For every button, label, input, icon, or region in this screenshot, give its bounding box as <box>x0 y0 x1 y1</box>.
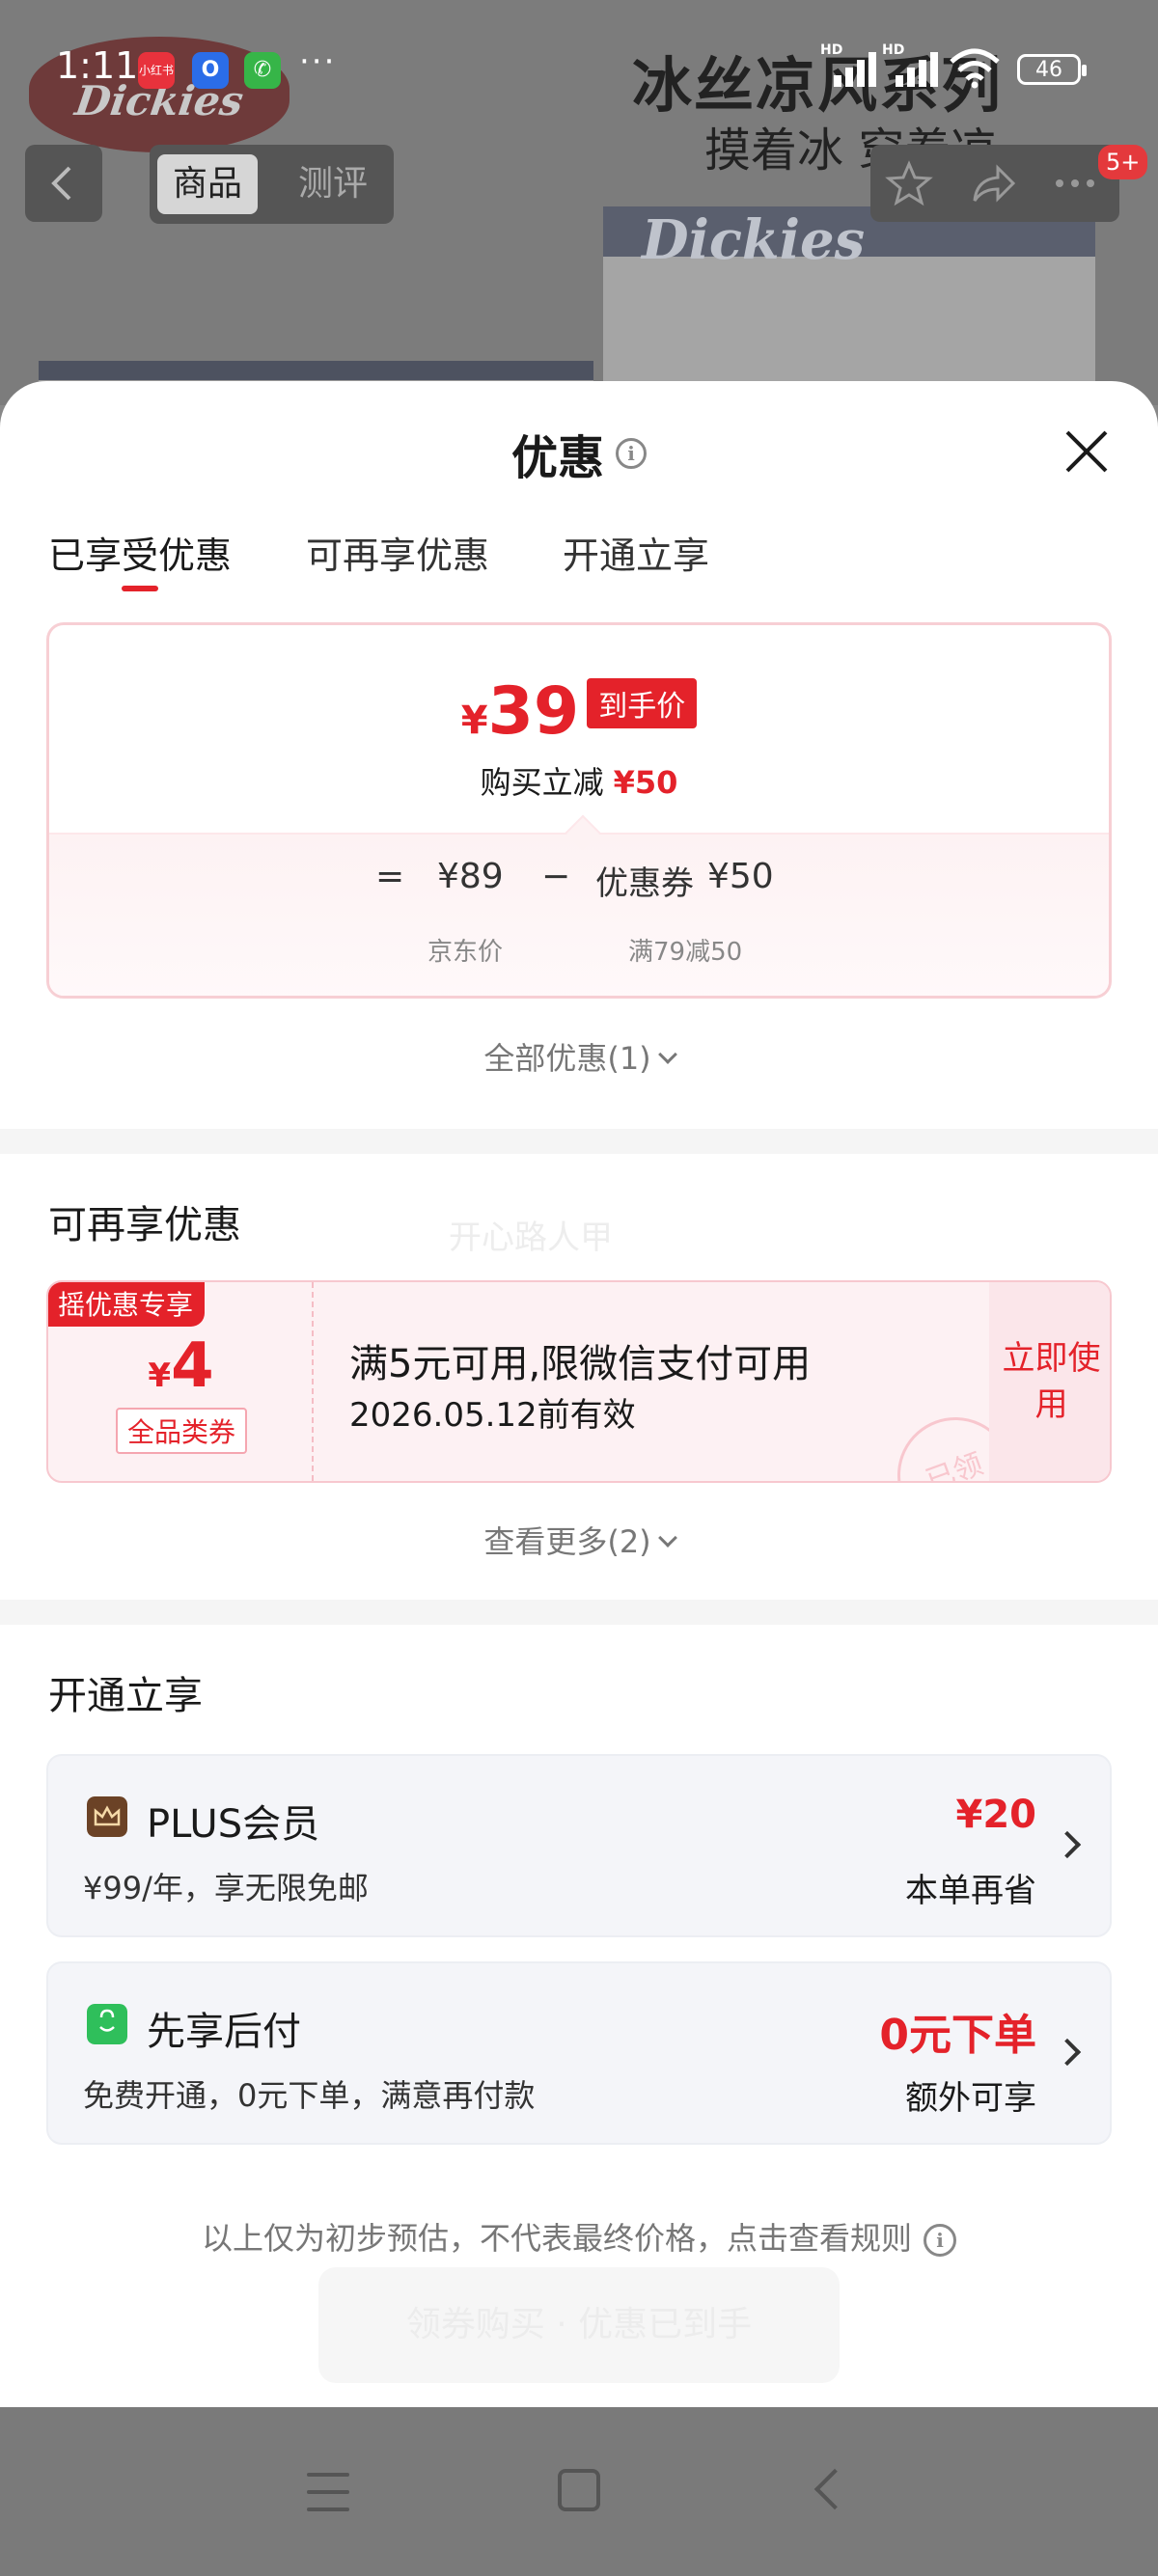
clock: 1:11 <box>56 44 139 87</box>
product-image: Dickies <box>603 206 1095 405</box>
status-bar: 1:11 小红书 O ✆ ··· HD HD 46 <box>0 39 1158 100</box>
shopping-bag-icon <box>87 2004 127 2044</box>
coupon-value: ¥50 <box>707 857 774 896</box>
chevron-down-icon <box>657 1045 677 1064</box>
battery-icon: 46 <box>1017 54 1087 85</box>
menu-icon[interactable] <box>307 2473 349 2511</box>
coupon-amount-area: 摇优惠专享 ¥4 全品类券 <box>48 1282 314 1481</box>
wifi-icon <box>950 48 1000 89</box>
ghost-buy-button: 领券购买 · 优惠已到手 <box>318 2267 840 2383</box>
instant-discount: 购买立减 ¥50 <box>480 764 678 801</box>
final-price-tag: 到手价 <box>587 678 698 728</box>
reusable-section-title: 可再享优惠 <box>48 1203 241 1247</box>
system-navigation-bar <box>0 2407 1158 2576</box>
chevron-right-icon <box>1053 2038 1082 2067</box>
background-product-page: Dickies 冰丝凉风系列 摸着冰 穿着凉 Dickies 1:11 小红书 … <box>0 0 1158 405</box>
tab-reusable[interactable]: 可再享优惠 <box>306 526 489 579</box>
plus-member-card[interactable]: PLUS会员 ¥99/年，享无限免邮 ¥20 本单再省 <box>46 1754 1112 1937</box>
formula-equals: = <box>375 857 405 896</box>
plus-member-description: ¥99/年，享无限免邮 <box>83 1870 369 1906</box>
signal-icon-2: HD <box>882 42 950 87</box>
plus-member-title: PLUS会员 <box>147 1802 320 1847</box>
back-button[interactable] <box>25 145 102 222</box>
chevron-right-icon <box>1053 1830 1082 1859</box>
tab-enjoyed[interactable]: 已享受优惠 <box>48 526 232 579</box>
pay-later-note: 额外可享 <box>905 2079 1036 2118</box>
plus-member-note: 本单再省 <box>905 1872 1036 1910</box>
final-price-value: 39 <box>487 673 580 750</box>
price-formula: = ¥89 − 优惠券 ¥50 <box>49 857 1109 915</box>
coupon-expiry: 2026.05.12前有效 <box>349 1396 636 1435</box>
pay-later-title: 先享后付 <box>147 2010 301 2054</box>
pay-later-value: 0元下单 <box>879 2011 1036 2060</box>
pay-later-description: 免费开通，0元下单，满意再付款 <box>83 2077 536 2114</box>
signal-icon: HD <box>820 42 888 87</box>
coupon-ribbon: 摇优惠专享 <box>48 1282 206 1327</box>
activate-section-title: 开通立享 <box>48 1674 203 1718</box>
xiaohongshu-icon: 小红书 <box>138 52 175 89</box>
tab-review[interactable]: 测评 <box>283 154 383 214</box>
instant-discount-value: ¥50 <box>613 764 678 801</box>
app-notification-icon: O <box>192 52 229 89</box>
nav-actions <box>870 145 1119 222</box>
price-disclaimer[interactable]: 以上仅为初步预估，不代表最终价格，点击查看规则 i <box>0 2214 1158 2259</box>
share-icon[interactable] <box>967 158 1017 208</box>
back-icon[interactable] <box>813 2468 856 2510</box>
crown-icon <box>87 1796 127 1837</box>
info-icon[interactable]: i <box>616 438 647 469</box>
more-icon[interactable] <box>1050 158 1100 208</box>
base-price: ¥89 <box>437 857 504 896</box>
view-more-link[interactable]: 查看更多(2) <box>0 1518 1158 1562</box>
active-tab-indicator <box>122 586 158 591</box>
wechat-icon: ✆ <box>244 52 281 89</box>
sheet-title: 优惠 <box>510 431 604 485</box>
more-notifications-icon: ··· <box>299 42 337 81</box>
final-price: ¥39 到手价 <box>49 673 1109 750</box>
coupon-label: 优惠券 <box>595 864 694 903</box>
watermark: 开心路人甲 <box>449 1219 613 1257</box>
pay-later-card[interactable]: 先享后付 免费开通，0元下单，满意再付款 0元下单 额外可享 <box>46 1961 1112 2145</box>
price-summary-card: ¥39 到手价 购买立减 ¥50 = ¥89 − 优惠券 ¥50 京东价 满79减5… <box>46 622 1112 999</box>
tab-activate[interactable]: 开通立享 <box>563 526 709 579</box>
product-tabs: 商品 测评 <box>150 145 394 224</box>
sheet-header: 优惠 i <box>0 420 1158 487</box>
coupon-amount: ¥4 <box>148 1330 214 1402</box>
coupon-description: 满5元可用,限微信支付可用 <box>349 1342 812 1386</box>
coupon-type-badge: 全品类券 <box>116 1408 248 1454</box>
all-discounts-link[interactable]: 全部优惠(1) <box>0 1034 1158 1079</box>
info-icon[interactable]: i <box>924 2224 956 2257</box>
close-icon[interactable] <box>1062 426 1112 477</box>
home-icon[interactable] <box>558 2469 600 2511</box>
chevron-left-icon <box>51 166 71 201</box>
tab-product[interactable]: 商品 <box>157 154 259 214</box>
discount-sheet: 优惠 i 已享受优惠 可再享优惠 开通立享 ¥39 到手价 购买立减 ¥50 = ¥8… <box>0 381 1158 2407</box>
message-badge: 5+ <box>1098 145 1148 179</box>
plus-member-savings: ¥20 <box>955 1793 1037 1837</box>
coupon-card[interactable]: 摇优惠专享 ¥4 全品类券 满5元可用,限微信支付可用 2026.05.12前有… <box>46 1280 1112 1483</box>
base-price-caption: 京东价 <box>427 938 504 967</box>
coupon-caption: 满79减50 <box>628 938 743 967</box>
formula-minus: − <box>541 857 571 896</box>
chevron-down-icon <box>657 1528 677 1548</box>
use-now-button[interactable]: 立即使用 <box>989 1282 1110 1481</box>
star-icon[interactable] <box>884 158 934 208</box>
